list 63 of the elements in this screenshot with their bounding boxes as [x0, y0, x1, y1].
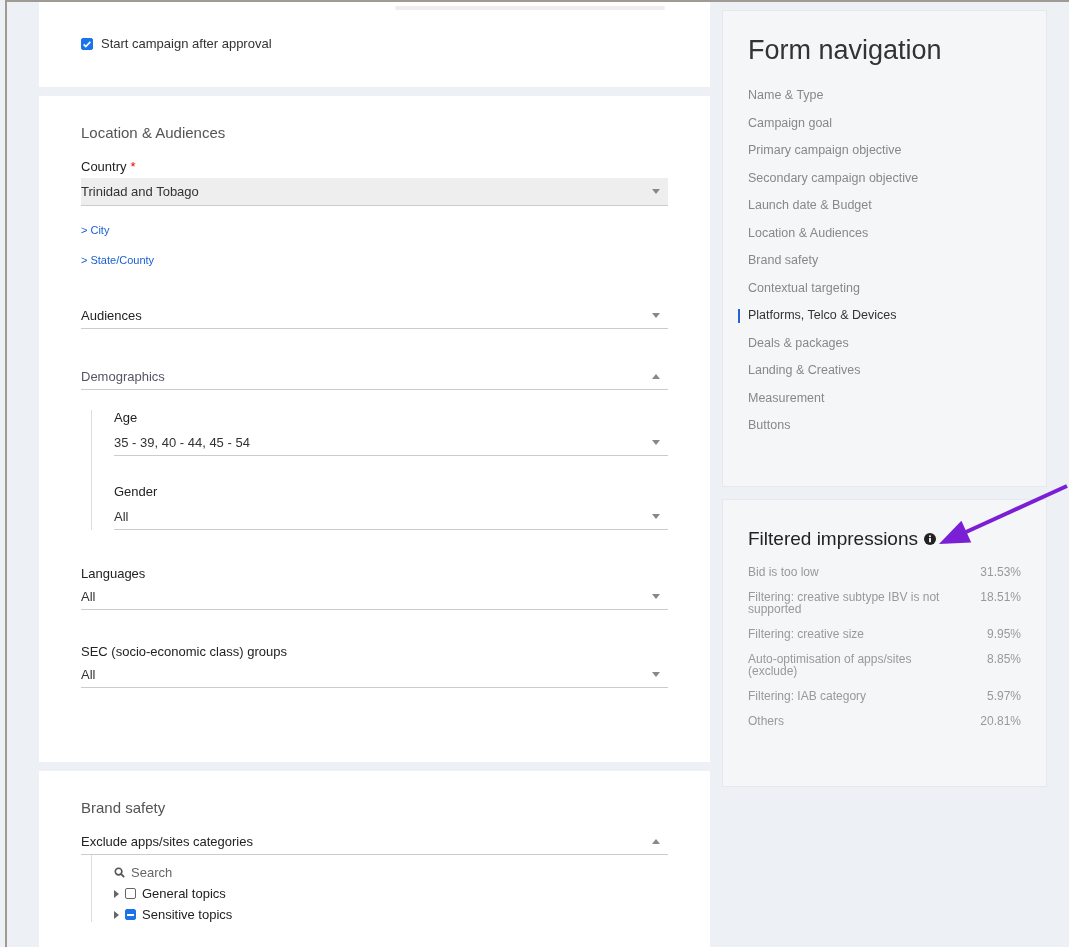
filter-reason: Filtering: creative subtype IBV is not supported	[748, 591, 941, 615]
nav-link[interactable]: Secondary campaign objective	[748, 170, 919, 185]
filter-reason: Bid is too low	[748, 566, 820, 578]
checkbox[interactable]	[125, 909, 136, 920]
topic-label: General topics	[142, 886, 226, 901]
info-icon[interactable]	[924, 533, 936, 545]
nav-link[interactable]: Name & Type	[748, 88, 824, 102]
percentage: 18.51%	[980, 591, 1021, 606]
field-label: Languages	[81, 566, 147, 581]
demographics-dropdown[interactable]: Demographics	[81, 369, 668, 390]
field-label: Gender	[114, 484, 159, 499]
required-mark: *	[130, 159, 136, 174]
nav-link[interactable]: Launch date & Budget	[748, 198, 872, 212]
nav-link[interactable]: Contextual targeting	[748, 280, 860, 295]
caret-icon	[652, 514, 660, 519]
caret-icon	[652, 189, 660, 194]
checkbox[interactable]	[81, 37, 93, 50]
field-label: SEC (socio-economic class) groups	[81, 644, 288, 659]
caret-icon	[652, 440, 660, 445]
checkbox[interactable]	[125, 888, 136, 899]
dropdown-field[interactable]: All	[81, 663, 668, 688]
dropdown-field[interactable]: All	[114, 505, 668, 530]
caret-icon	[652, 672, 660, 677]
checkbox-label: Start campaign after approval	[101, 36, 272, 51]
nav-link[interactable]: Primary campaign objective	[748, 143, 902, 157]
filter-reason: Auto-optimisation of apps/sites (exclude)	[748, 653, 913, 677]
nav-link[interactable]: Campaign goal	[748, 115, 833, 130]
nav-link[interactable]: Platforms, Telco & Devices	[748, 308, 897, 322]
filter-reason: Others	[748, 715, 785, 727]
expand-link[interactable]: > City	[81, 224, 668, 236]
caret-icon	[652, 839, 660, 844]
nav-link[interactable]: Buttons	[748, 418, 791, 432]
filter-reason: Filtering: IAB category	[748, 690, 868, 702]
dropdown-field[interactable]: All	[81, 585, 668, 610]
expand-icon[interactable]	[114, 910, 119, 919]
section-title: Location & Audiences	[81, 124, 227, 141]
nav-link[interactable]: Measurement	[748, 390, 825, 405]
categories-dropdown[interactable]: Exclude apps/sites categories	[81, 834, 668, 855]
section-title: Brand safety	[81, 799, 167, 816]
nav-link[interactable]: Location & Audiences	[748, 225, 869, 240]
topic-label: Sensitive topics	[142, 907, 233, 922]
country-select[interactable]: Trinidad and Tobago	[81, 178, 668, 206]
percentage: 5.97%	[986, 690, 1021, 702]
panel-title: Form navigation	[748, 35, 943, 66]
percentage: 31.53%	[980, 566, 1021, 578]
percentage: 20.81%	[980, 715, 1021, 727]
nav-link[interactable]: Deals & packages	[748, 335, 849, 350]
nav-link[interactable]: Brand safety	[748, 253, 819, 267]
field-label: Country	[81, 159, 127, 174]
panel-title: Filtered impressions	[748, 528, 918, 550]
caret-icon	[652, 594, 660, 599]
field-label: Age	[114, 410, 139, 425]
audiences-dropdown[interactable]: Audiences	[81, 308, 668, 329]
expand-icon[interactable]	[114, 889, 119, 898]
search-icon	[114, 867, 125, 878]
nav-link[interactable]: Landing & Creatives	[748, 363, 861, 377]
filter-reason: Filtering: creative size	[748, 628, 866, 640]
caret-icon	[652, 313, 660, 318]
percentage: 8.85%	[986, 653, 1021, 668]
percentage: 9.95%	[986, 628, 1021, 640]
expand-link[interactable]: > State/County	[81, 254, 668, 266]
caret-icon	[652, 374, 660, 379]
dropdown-field[interactable]: 35 - 39, 40 - 44, 45 - 54	[114, 431, 668, 456]
